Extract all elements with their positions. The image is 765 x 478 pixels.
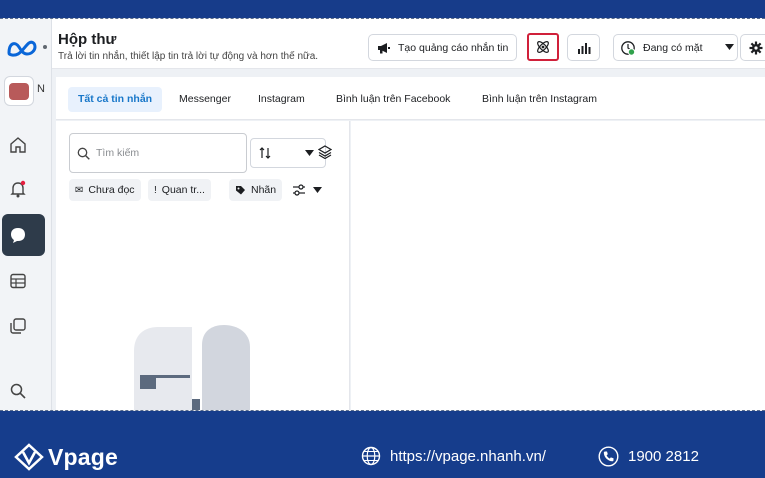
settings-button[interactable]: [740, 34, 765, 61]
megaphone-icon: [378, 42, 390, 53]
automation-button[interactable]: [527, 33, 559, 61]
filter-chip-unread[interactable]: ✉ Chưa đọc: [69, 179, 141, 201]
create-message-ad-label: Tạo quảng cáo nhắn tin: [398, 41, 509, 54]
website-url[interactable]: https://vpage.nhanh.vn/: [390, 448, 546, 465]
pages-icon[interactable]: [8, 316, 28, 336]
bar-chart-icon: [577, 42, 590, 54]
sort-arrows-icon: [259, 147, 271, 159]
inbox-header: Hộp thư Trả lời tin nhắn, thiết lập tin …: [52, 19, 765, 69]
page-title: Hộp thư: [58, 31, 117, 48]
tag-icon: [236, 185, 245, 194]
filter-chip-label: Quan tr...: [161, 184, 205, 196]
search-icon: [77, 147, 90, 160]
create-message-ad-button[interactable]: Tạo quảng cáo nhắn tin: [368, 34, 517, 61]
conversation-list-pane: ✉ Chưa đọc ! Quan tr... Nhãn: [56, 121, 350, 410]
sort-dropdown[interactable]: [250, 138, 326, 168]
vpage-logo-icon: [14, 443, 44, 471]
conversation-detail-pane: [351, 121, 765, 410]
page-subtitle: Trả lời tin nhắn, thiết lập tin trả lời …: [58, 51, 319, 62]
chevron-down-icon[interactable]: [313, 187, 322, 193]
meta-inbox-window: N Hộp thư Trả lời tin nhắn, thiết lập ti…: [0, 18, 765, 411]
brand-name: Vpage: [48, 443, 119, 470]
inbox-chat-icon[interactable]: [8, 225, 28, 245]
left-navigation-rail: N: [0, 19, 52, 410]
notification-bell-icon[interactable]: [8, 179, 28, 199]
top-banner-band: [0, 0, 765, 18]
table-icon[interactable]: [8, 271, 28, 291]
search-box[interactable]: [69, 133, 247, 173]
tab-instagram-comments[interactable]: Bình luận trên Instagram: [482, 87, 597, 112]
phone-number[interactable]: 1900 2812: [628, 448, 699, 465]
filter-chip-label-tag[interactable]: Nhãn: [229, 179, 283, 201]
vpage-footer-banner: Vpage https://vpage.nhanh.vn/ 1900 2812: [0, 413, 765, 478]
chevron-down-icon: [725, 44, 734, 50]
tab-messenger[interactable]: Messenger: [179, 87, 231, 112]
page-name-initial: N: [37, 83, 45, 95]
home-icon[interactable]: [8, 135, 28, 155]
atom-icon: [537, 41, 549, 53]
gear-icon: [749, 41, 763, 54]
availability-status-dropdown[interactable]: Đang có mặt: [613, 34, 738, 61]
exclamation-icon: !: [154, 184, 157, 196]
empty-mailbox-illustration: [134, 325, 250, 410]
chevron-down-icon: [305, 150, 314, 156]
meta-logo[interactable]: [6, 39, 40, 57]
globe-icon: [361, 446, 381, 466]
website-contact[interactable]: https://vpage.nhanh.vn/: [361, 446, 546, 466]
phone-contact[interactable]: 1900 2812: [598, 446, 699, 467]
filter-chip-label: Nhãn: [251, 184, 277, 196]
filter-chip-label: Chưa đọc: [88, 184, 135, 196]
page-avatar[interactable]: [4, 76, 34, 106]
tab-all-messages[interactable]: Tất cả tin nhắn: [68, 87, 163, 112]
inbox-tabs: Tất cả tin nhắn Messenger Instagram Bình…: [56, 77, 765, 120]
filter-sliders-icon[interactable]: [292, 184, 306, 196]
vpage-brand: Vpage: [14, 443, 118, 471]
search-input[interactable]: [96, 147, 236, 159]
availability-status-label: Đang có mặt: [643, 41, 703, 54]
layers-icon[interactable]: [318, 145, 332, 159]
clock-status-icon: [621, 40, 636, 56]
insights-button[interactable]: [567, 34, 600, 61]
filter-chip-important[interactable]: ! Quan tr...: [148, 179, 211, 201]
envelope-icon: ✉: [75, 184, 84, 196]
more-dot: [43, 45, 47, 49]
phone-icon: [598, 446, 619, 467]
tab-facebook-comments[interactable]: Bình luận trên Facebook: [336, 87, 450, 112]
search-icon[interactable]: [8, 381, 28, 401]
tab-instagram[interactable]: Instagram: [258, 87, 305, 112]
